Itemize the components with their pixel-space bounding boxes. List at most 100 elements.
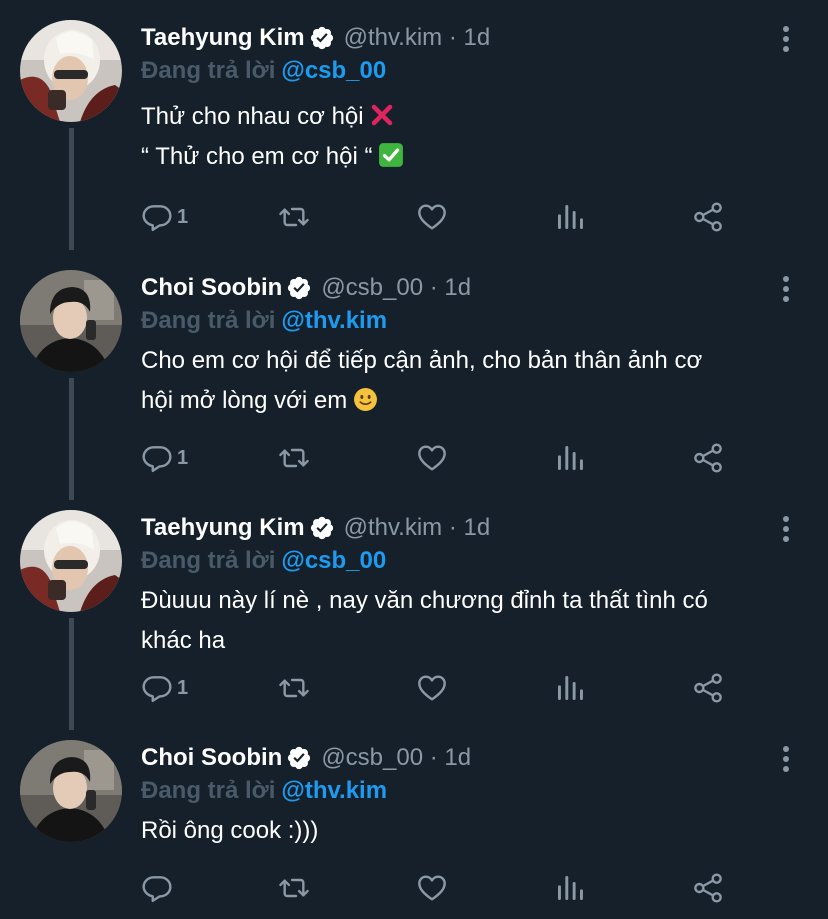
tweet[interactable]: Taehyung Kim @thv.kim · 1d Đang trả lời @… (0, 510, 828, 730)
tweet-header: Taehyung Kim @thv.kim · 1d (141, 510, 490, 546)
tweet-text: Đùuuu này lí nè , nay văn chương đỉnh ta… (141, 581, 791, 661)
reply-bubble-icon (141, 672, 173, 704)
share-icon (692, 672, 724, 704)
avatar[interactable] (20, 740, 122, 842)
analytics-button[interactable] (554, 868, 586, 908)
replying-to-label: Đang trả lời (141, 547, 276, 574)
analytics-bars-icon (554, 442, 586, 474)
replying-to-mention[interactable]: @thv.kim (281, 777, 387, 804)
reply-button[interactable]: 1 (141, 668, 188, 708)
retweet-button[interactable] (278, 868, 310, 908)
retweet-icon (278, 672, 310, 704)
replying-to: Đang trả lời @thv.kim (141, 777, 387, 805)
display-name[interactable]: Taehyung Kim (141, 514, 305, 542)
display-name[interactable]: Taehyung Kim (141, 24, 305, 52)
reply-button[interactable] (141, 868, 177, 908)
more-vertical-icon[interactable] (776, 514, 796, 544)
replying-to-label: Đang trả lời (141, 57, 276, 84)
like-button[interactable] (416, 668, 448, 708)
cross-mark-emoji (370, 103, 394, 127)
reply-count: 1 (177, 446, 189, 469)
tweet-actions (141, 868, 741, 908)
tweet-text-line-text: Thử cho nhau cơ hội (141, 103, 364, 130)
replying-to-label: Đang trả lời (141, 777, 276, 804)
more-vertical-icon[interactable] (776, 24, 796, 54)
display-name[interactable]: Choi Soobin (141, 274, 282, 302)
tweet-header: Choi Soobin @csb_00 · 1d (141, 270, 471, 306)
tweet-actions: 1 (141, 438, 741, 478)
replying-to-label: Đang trả lời (141, 307, 276, 334)
heart-icon (416, 201, 448, 233)
tweet-text-line: Thử cho nhau cơ hội (141, 97, 791, 137)
tweet-text-line: Cho em cơ hội để tiếp cận ảnh, cho bản t… (141, 347, 703, 374)
slightly-smiling-face-emoji (353, 387, 378, 412)
heart-icon (416, 442, 448, 474)
analytics-bars-icon (554, 672, 586, 704)
verified-badge-icon (286, 745, 312, 771)
analytics-bars-icon (554, 872, 586, 904)
tweet-text: Cho em cơ hội để tiếp cận ảnh, cho bản t… (141, 341, 791, 421)
retweet-icon (278, 201, 310, 233)
analytics-button[interactable] (554, 197, 586, 237)
verified-badge-icon (309, 515, 335, 541)
tweet-text: Rồi ông cook :))) (141, 811, 791, 851)
tweet[interactable]: Choi Soobin @csb_00 · 1d Đang trả lời @th… (0, 270, 828, 500)
heart-icon (416, 672, 448, 704)
tweet-header: Taehyung Kim @thv.kim · 1d (141, 20, 490, 56)
replying-to: Đang trả lời @csb_00 (141, 57, 386, 85)
share-icon (692, 442, 724, 474)
retweet-button[interactable] (278, 197, 310, 237)
tweet[interactable]: Taehyung Kim @thv.kim · 1d Đang trả lời @… (0, 20, 828, 250)
tweet-actions: 1 (141, 668, 741, 708)
avatar[interactable] (20, 510, 122, 612)
tweet-text-line: Đùuuu này lí nè , nay văn chương đỉnh ta… (141, 587, 708, 614)
verified-badge-icon (286, 275, 312, 301)
verified-badge-icon (309, 25, 335, 51)
more-vertical-icon[interactable] (776, 744, 796, 774)
tweet-text-line: hội mở lòng với em (141, 381, 791, 421)
analytics-button[interactable] (554, 438, 586, 478)
retweet-button[interactable] (278, 668, 310, 708)
reply-bubble-icon (141, 201, 173, 233)
share-button[interactable] (692, 197, 724, 237)
share-button[interactable] (692, 868, 724, 908)
more-vertical-icon[interactable] (776, 274, 796, 304)
analytics-button[interactable] (554, 668, 586, 708)
like-button[interactable] (416, 868, 448, 908)
like-button[interactable] (416, 197, 448, 237)
handle-and-time[interactable]: @thv.kim · 1d (344, 514, 491, 542)
avatar[interactable] (20, 20, 122, 122)
reply-bubble-icon (141, 872, 173, 904)
tweet-text-line-text: hội mở lòng với em (141, 387, 348, 414)
tweet-text: Thử cho nhau cơ hội “ Thử cho em cơ hội … (141, 97, 791, 177)
share-button[interactable] (692, 438, 724, 478)
handle-and-time[interactable]: @thv.kim · 1d (344, 24, 491, 52)
reply-count: 1 (177, 205, 189, 228)
handle-and-time[interactable]: @csb_00 · 1d (321, 274, 471, 302)
replying-to-mention[interactable]: @csb_00 (281, 57, 386, 84)
tweet-text-line: “ Thử cho em cơ hội “ (141, 137, 791, 177)
retweet-button[interactable] (278, 438, 310, 478)
reply-button[interactable]: 1 (141, 438, 188, 478)
like-button[interactable] (416, 438, 448, 478)
tweet[interactable]: Choi Soobin @csb_00 · 1d Đang trả lời @th… (0, 740, 828, 919)
tweet-text-line: Rồi ông cook :))) (141, 817, 319, 844)
handle-and-time[interactable]: @csb_00 · 1d (321, 744, 471, 772)
replying-to-mention[interactable]: @csb_00 (281, 547, 386, 574)
replying-to-mention[interactable]: @thv.kim (281, 307, 387, 334)
replying-to: Đang trả lời @thv.kim (141, 307, 387, 335)
reply-bubble-icon (141, 442, 173, 474)
tweet-text-line-text: “ Thử cho em cơ hội “ (141, 143, 373, 170)
retweet-icon (278, 872, 310, 904)
reply-count: 1 (177, 676, 189, 699)
replying-to: Đang trả lời @csb_00 (141, 547, 386, 575)
share-button[interactable] (692, 668, 724, 708)
share-icon (692, 872, 724, 904)
tweet-header: Choi Soobin @csb_00 · 1d (141, 740, 471, 776)
avatar[interactable] (20, 270, 122, 372)
tweet-actions: 1 (141, 197, 741, 237)
reply-button[interactable]: 1 (141, 197, 188, 237)
display-name[interactable]: Choi Soobin (141, 744, 282, 772)
tweet-text-line: khác ha (141, 627, 226, 654)
heart-icon (416, 872, 448, 904)
